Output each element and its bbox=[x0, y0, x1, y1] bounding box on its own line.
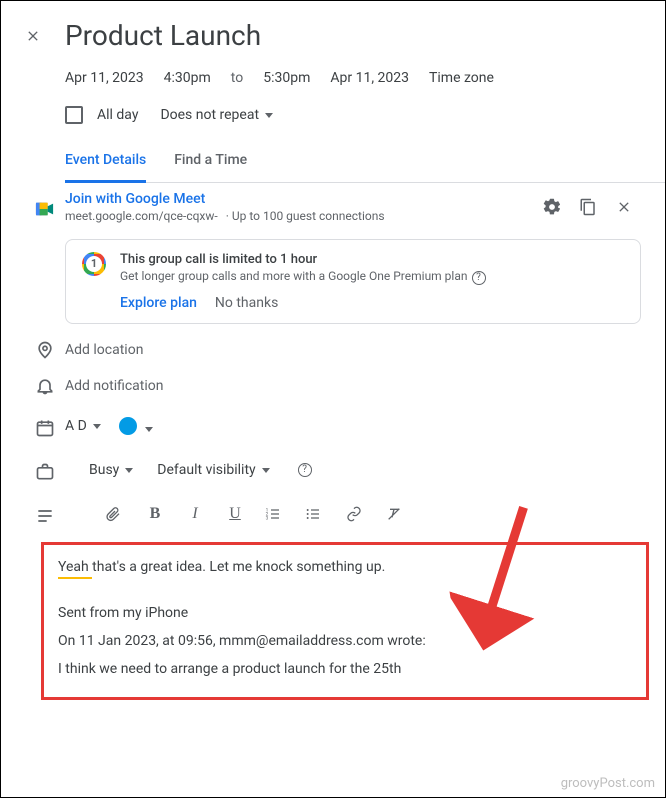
end-date[interactable]: Apr 11, 2023 bbox=[330, 70, 409, 86]
bell-icon bbox=[25, 376, 65, 396]
google-one-icon bbox=[82, 252, 106, 276]
promo-title: This group call is limited to 1 hour bbox=[120, 252, 624, 267]
visibility-dropdown[interactable]: Default visibility bbox=[157, 462, 269, 478]
copy-icon[interactable] bbox=[577, 196, 599, 218]
explore-plan-button[interactable]: Explore plan bbox=[120, 295, 197, 311]
watermark: groovyPost.com bbox=[561, 776, 655, 791]
tab-event-details[interactable]: Event Details bbox=[65, 152, 146, 183]
bullet-list-icon[interactable] bbox=[305, 506, 325, 522]
all-day-label: All day bbox=[97, 107, 138, 123]
google-one-promo: This group call is limited to 1 hour Get… bbox=[65, 239, 641, 324]
to-label: to bbox=[231, 70, 243, 86]
no-thanks-button[interactable]: No thanks bbox=[215, 295, 278, 311]
help-icon[interactable]: ? bbox=[472, 271, 486, 285]
busy-dropdown[interactable]: Busy bbox=[89, 462, 133, 478]
end-time[interactable]: 5:30pm bbox=[263, 70, 310, 86]
desc-line-4: I think we need to arrange a product lau… bbox=[58, 655, 632, 683]
close-button[interactable] bbox=[25, 28, 49, 44]
all-day-checkbox[interactable] bbox=[65, 106, 83, 124]
remove-meet-icon[interactable] bbox=[613, 196, 635, 218]
visibility-help-icon[interactable]: ? bbox=[298, 463, 312, 477]
meet-url: meet.google.com/qce-cqxw- bbox=[65, 209, 218, 223]
italic-icon[interactable]: I bbox=[185, 505, 205, 523]
color-dropdown[interactable] bbox=[143, 417, 153, 436]
color-picker[interactable] bbox=[119, 417, 137, 435]
desc-line-1: Yeah that's a great idea. Let me knock s… bbox=[58, 553, 385, 581]
underline-icon[interactable]: U bbox=[225, 505, 245, 523]
promo-subtitle: Get longer group calls and more with a G… bbox=[120, 269, 624, 285]
event-title[interactable]: Product Launch bbox=[65, 19, 641, 52]
location-icon bbox=[25, 340, 65, 360]
calendar-owner-dropdown[interactable]: A D bbox=[65, 418, 101, 434]
attach-icon[interactable] bbox=[105, 505, 125, 523]
meet-icon bbox=[25, 196, 65, 218]
timezone[interactable]: Time zone bbox=[429, 70, 494, 86]
desc-line-3: On 11 Jan 2023, at 09:56, mmm@emailaddre… bbox=[58, 627, 632, 655]
clear-format-icon[interactable] bbox=[385, 506, 405, 522]
description-icon bbox=[25, 502, 65, 526]
start-date[interactable]: Apr 11, 2023 bbox=[65, 70, 144, 86]
svg-text:3: 3 bbox=[266, 515, 269, 521]
add-notification[interactable]: Add notification bbox=[65, 378, 164, 394]
join-meet-link[interactable]: Join with Google Meet bbox=[65, 191, 541, 207]
repeat-dropdown[interactable]: Does not repeat bbox=[160, 107, 273, 123]
meet-connections: · Up to 100 guest connections bbox=[226, 209, 385, 223]
tab-find-a-time[interactable]: Find a Time bbox=[174, 152, 247, 183]
settings-icon[interactable] bbox=[541, 196, 563, 218]
calendar-icon bbox=[25, 414, 65, 438]
link-icon[interactable] bbox=[345, 506, 365, 522]
add-location[interactable]: Add location bbox=[65, 342, 143, 358]
numbered-list-icon[interactable]: 123 bbox=[265, 506, 285, 522]
briefcase-icon bbox=[25, 458, 65, 482]
bold-icon[interactable]: B bbox=[145, 505, 165, 523]
start-time[interactable]: 4:30pm bbox=[164, 70, 211, 86]
